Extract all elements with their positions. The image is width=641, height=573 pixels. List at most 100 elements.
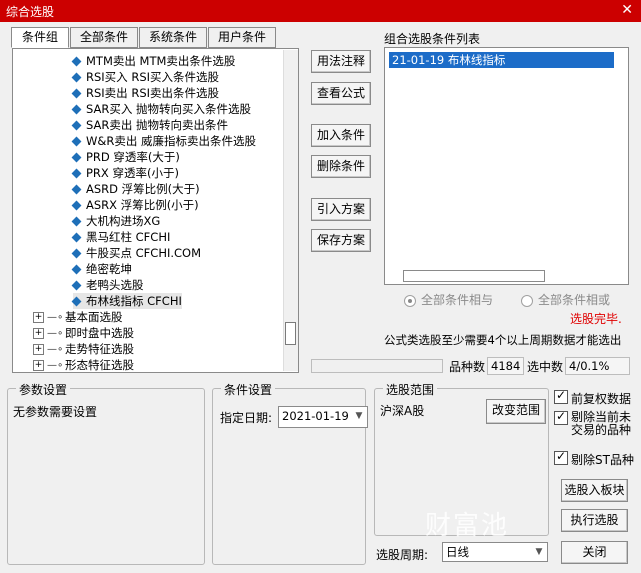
tree-group-item[interactable]: + —∘ 即时盘中选股 bbox=[33, 325, 134, 341]
date-label: 指定日期: bbox=[220, 411, 273, 425]
tree-formula-label: 大机构进场XG bbox=[86, 214, 161, 228]
formula-icon bbox=[71, 168, 82, 179]
import-plan-button[interactable]: 引入方案 bbox=[311, 198, 371, 221]
formula-icon bbox=[71, 216, 82, 227]
tree-formula-item[interactable]: SAR卖出 抛物转向卖出条件 bbox=[71, 117, 228, 133]
window-title: 综合选股 bbox=[6, 5, 55, 19]
condition-settings-group: 条件设置 指定日期: 2021-01-19 ▼ bbox=[212, 381, 368, 565]
logic-or-label: 全部条件相或 bbox=[538, 293, 611, 307]
chevron-down-icon[interactable]: ▼ bbox=[531, 543, 547, 561]
date-picker[interactable]: 2021-01-19 ▼ bbox=[278, 406, 368, 428]
expand-icon[interactable]: + bbox=[33, 360, 44, 371]
progress-bar bbox=[311, 359, 443, 373]
formula-icon bbox=[71, 184, 82, 195]
tree-formula-label: 绝密乾坤 bbox=[86, 262, 132, 276]
expand-icon[interactable]: + bbox=[33, 344, 44, 355]
formula-icon bbox=[71, 136, 82, 147]
tree-formula-item[interactable]: 绝密乾坤 bbox=[71, 261, 132, 277]
count-value: 4184 bbox=[487, 357, 524, 375]
logic-and-radio[interactable]: 全部条件相与 bbox=[404, 291, 514, 307]
exclude-untraded-option[interactable]: 剔除当前未交易的品种 bbox=[554, 409, 639, 441]
formula-icon bbox=[71, 248, 82, 259]
change-range-button[interactable]: 改变范围 bbox=[486, 399, 546, 424]
save-plan-button[interactable]: 保存方案 bbox=[311, 229, 371, 252]
tree-formula-item[interactable]: PRD 穿透率(大于) bbox=[71, 149, 180, 165]
tree-formula-item[interactable]: 布林线指标 CFCHI bbox=[71, 293, 182, 309]
tree-group-item[interactable]: + —∘ 基本面选股 bbox=[33, 309, 123, 325]
tree-formula-item[interactable]: 大机构进场XG bbox=[71, 213, 161, 229]
tree-formula-item[interactable]: MTM卖出 MTM卖出条件选股 bbox=[71, 53, 235, 69]
tree-formula-item[interactable]: RSI卖出 RSI卖出条件选股 bbox=[71, 85, 219, 101]
tree-formula-label: 老鸭头选股 bbox=[86, 278, 144, 292]
range-title: 选股范围 bbox=[383, 381, 438, 398]
tree-formula-label: ASRX 浮筹比例(小于) bbox=[86, 198, 199, 212]
tab-condition-group[interactable]: 条件组 bbox=[11, 27, 69, 48]
tree-formula-label: 布林线指标 CFCHI bbox=[86, 294, 182, 308]
tab-user-conditions[interactable]: 用户条件 bbox=[208, 27, 276, 48]
range-value: 沪深A股 bbox=[380, 404, 425, 418]
params-text: 无参数需要设置 bbox=[13, 405, 98, 419]
tree-group-item[interactable]: + —∘ 形态特征选股 bbox=[33, 357, 134, 372]
expand-icon[interactable]: + bbox=[33, 328, 44, 339]
params-group: 参数设置 无参数需要设置 bbox=[7, 381, 205, 565]
tree-connector-icon: —∘ bbox=[47, 311, 64, 323]
logic-or-radio[interactable]: 全部条件相或 bbox=[521, 291, 636, 307]
tree-formula-label: W&R卖出 威廉指标卖出条件选股 bbox=[86, 134, 256, 148]
status-text: 选股完毕. bbox=[570, 312, 622, 326]
tree-group-item[interactable]: + —∘ 走势特征选股 bbox=[33, 341, 134, 357]
condition-list-item[interactable]: 21-01-19 布林线指标 bbox=[389, 52, 614, 68]
execute-button[interactable]: 执行选股 bbox=[561, 509, 628, 532]
select-to-block-button[interactable]: 选股入板块 bbox=[561, 479, 628, 502]
formula-icon bbox=[71, 56, 82, 67]
tree-formula-item[interactable]: 牛股买点 CFCHI.COM bbox=[71, 245, 201, 261]
params-title: 参数设置 bbox=[16, 381, 71, 398]
period-value: 日线 bbox=[446, 545, 469, 559]
formula-icon bbox=[71, 88, 82, 99]
tree-formula-label: RSI买入 RSI买入条件选股 bbox=[86, 70, 220, 84]
tree-formula-item[interactable]: PRX 穿透率(小于) bbox=[71, 165, 179, 181]
condition-tree[interactable]: MTM卖出 MTM卖出条件选股 RSI买入 RSI买入条件选股 RSI卖出 RSI卖… bbox=[12, 48, 299, 373]
tree-formula-label: PRX 穿透率(小于) bbox=[86, 166, 179, 180]
tree-formula-item[interactable]: RSI买入 RSI买入条件选股 bbox=[71, 69, 220, 85]
tree-scroll-thumb[interactable] bbox=[285, 322, 296, 345]
formula-icon bbox=[71, 264, 82, 275]
close-icon[interactable]: ✕ bbox=[621, 2, 633, 18]
period-select[interactable]: 日线 ▼ bbox=[442, 542, 548, 562]
usage-button[interactable]: 用法注释 bbox=[311, 50, 371, 73]
chevron-down-icon[interactable]: ▼ bbox=[351, 407, 367, 425]
pre-adjust-checkbox[interactable] bbox=[554, 388, 568, 404]
formula-icon bbox=[71, 120, 82, 131]
formula-icon bbox=[71, 104, 82, 115]
radio-and-icon[interactable] bbox=[404, 294, 416, 307]
exclude-untraded-checkbox[interactable] bbox=[554, 409, 568, 425]
condition-list-title: 组合选股条件列表 bbox=[384, 32, 481, 46]
exclude-st-label: 剔除ST品种 bbox=[571, 453, 634, 467]
view-formula-button[interactable]: 查看公式 bbox=[311, 82, 371, 105]
delete-condition-button[interactable]: 删除条件 bbox=[311, 155, 371, 178]
tab-system-conditions[interactable]: 系统条件 bbox=[139, 27, 207, 48]
condition-list-hscroll[interactable] bbox=[403, 270, 545, 282]
tree-formula-item[interactable]: 黑马红柱 CFCHI bbox=[71, 229, 170, 245]
tree-formula-item[interactable]: ASRD 浮筹比例(大于) bbox=[71, 181, 200, 197]
exclude-st-option[interactable]: 剔除ST品种 bbox=[554, 449, 639, 467]
tree-formula-label: PRD 穿透率(大于) bbox=[86, 150, 180, 164]
tree-group-label: 走势特征选股 bbox=[65, 342, 134, 356]
date-value: 2021-01-19 bbox=[282, 409, 349, 423]
formula-icon bbox=[71, 296, 82, 307]
period-label: 选股周期: bbox=[376, 548, 429, 562]
condition-list[interactable]: 21-01-19 布林线指标 bbox=[384, 47, 629, 285]
formula-icon bbox=[71, 200, 82, 211]
tree-formula-item[interactable]: ASRX 浮筹比例(小于) bbox=[71, 197, 199, 213]
tree-formula-item[interactable]: 老鸭头选股 bbox=[71, 277, 144, 293]
pre-adjust-label: 前复权数据 bbox=[571, 392, 632, 406]
title-bar: 综合选股 ✕ bbox=[0, 0, 641, 22]
tab-all-conditions[interactable]: 全部条件 bbox=[70, 27, 138, 48]
exclude-st-checkbox[interactable] bbox=[554, 449, 568, 465]
tree-formula-item[interactable]: SAR买入 抛物转向买入条件选股 bbox=[71, 101, 251, 117]
radio-or-icon[interactable] bbox=[521, 294, 533, 307]
pre-adjust-option[interactable]: 前复权数据 bbox=[554, 388, 639, 406]
expand-icon[interactable]: + bbox=[33, 312, 44, 323]
close-button[interactable]: 关闭 bbox=[561, 541, 628, 564]
tree-formula-item[interactable]: W&R卖出 威廉指标卖出条件选股 bbox=[71, 133, 256, 149]
add-condition-button[interactable]: 加入条件 bbox=[311, 124, 371, 147]
